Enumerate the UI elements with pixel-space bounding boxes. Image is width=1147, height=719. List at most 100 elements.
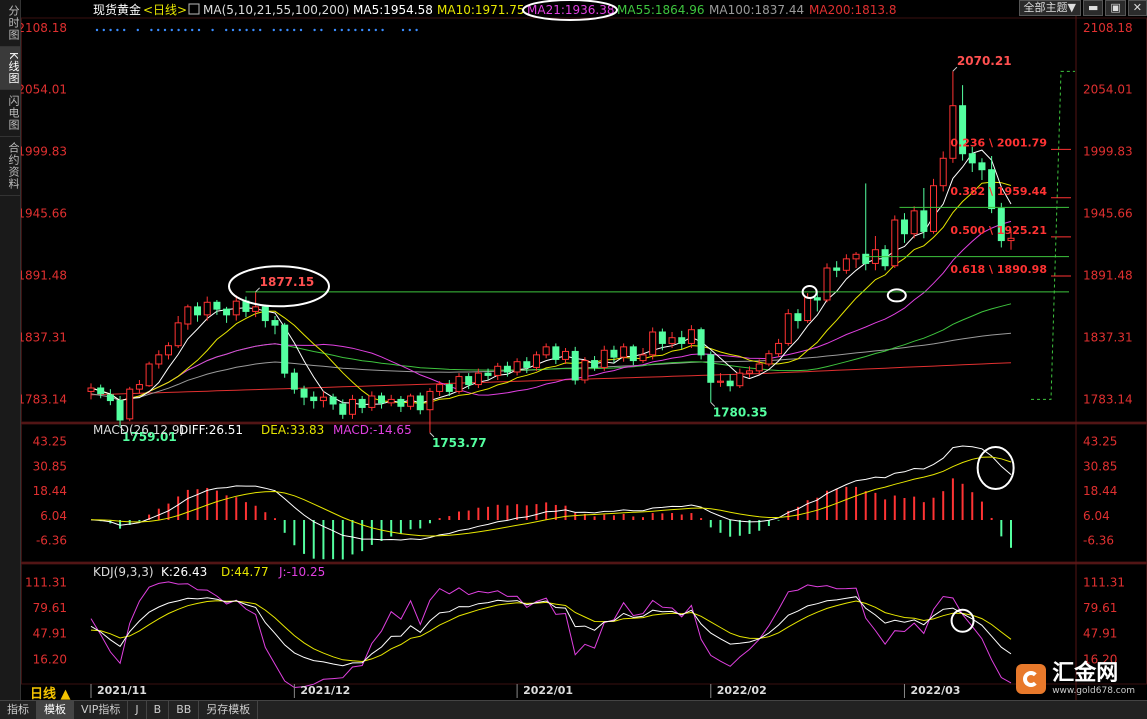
kdj-y-tick-right: 47.91 [1083,627,1117,641]
signal-dot [320,29,322,31]
signal-dot [273,29,275,31]
chart-area: 2108.182108.182054.012054.011999.831999.… [21,0,1147,700]
signal-dot [137,29,139,31]
candle-body [504,366,510,372]
side-tab-flash[interactable]: 闪电图 [0,90,20,137]
kdj-header-1: K:26.43 [161,565,207,579]
signal-dot [341,29,343,31]
price-extreme-label: 1877.15 [260,275,315,289]
y-tick-label-left: 2054.01 [21,83,67,97]
candle-body [814,298,820,300]
tab-save-template[interactable]: 另存模板 [199,701,258,719]
price-extreme-pointer [953,67,957,71]
macd-y-tick-right: 18.44 [1083,484,1117,498]
tab-indicators[interactable]: 指标 [0,701,37,719]
candle-body [379,396,385,403]
signal-dot [157,29,159,31]
x-tick-label: 2021/12 [300,684,350,697]
candle-body [901,220,907,234]
candle-body [533,355,539,368]
candle-body [282,325,288,373]
candle-body [969,154,975,163]
minimize-icon[interactable]: ▬ [1083,0,1103,16]
theme-dropdown[interactable]: 全部主题▼ [1019,0,1081,16]
tab-b[interactable]: B [147,701,170,719]
candle-body [214,302,220,309]
macd-y-tick-right: 6.04 [1083,509,1110,523]
kdj-y-tick-right: 111.31 [1083,576,1125,590]
candle-body [485,373,491,375]
logo-mark-icon [1016,664,1046,694]
signal-dot [252,29,254,31]
candle-body [679,338,685,344]
tab-vip-indicators[interactable]: VIP指标 [74,701,128,719]
kdj-d-line [91,601,1011,662]
y-tick-label-right: 2108.18 [1083,21,1133,35]
candle-body [553,347,559,360]
candle-body [88,388,94,391]
signal-dot [381,29,383,31]
signal-dot [354,29,356,31]
logo-name: 汇金网 [1052,662,1135,686]
signal-dot [198,29,200,31]
x-tick-label: 2022/01 [523,684,573,697]
candle-body [708,355,714,382]
signal-dot [211,29,213,31]
restore-icon[interactable]: ▣ [1105,0,1125,16]
signal-dot [171,29,173,31]
candle-body [853,254,859,259]
candle-body [146,364,152,386]
candle-body [165,346,171,355]
window-controls: 全部主题▼ ▬ ▣ ✕ [1019,0,1147,16]
x-tick-label: 2022/02 [717,684,767,697]
side-tab-contract[interactable]: 合约资料 [0,137,20,196]
candle-body [727,381,733,386]
signal-dot [232,29,234,31]
kdj-j-line [91,582,1011,688]
tab-bb[interactable]: BB [169,701,199,719]
candle-body [272,321,278,326]
macd-y-tick-left: 18.44 [33,484,67,498]
side-tab-kline[interactable]: K线图 [0,47,20,90]
macd-header-3: MACD:-14.65 [333,423,412,437]
bottom-toolbar: 指标 模板 VIP指标 J B BB 另存模板 [0,700,1147,719]
candle-body [543,347,549,355]
candle-body [514,362,520,372]
candle-body [253,307,259,312]
y-tick-label-right: 1999.83 [1083,145,1133,159]
close-icon[interactable]: ✕ [1128,0,1147,16]
candle-body [747,371,753,373]
panel-border [22,564,1147,684]
annotation-circle [888,289,906,301]
signal-dot [402,29,404,31]
kdj-header-2: D:44.77 [221,565,269,579]
signal-dot [164,29,166,31]
candle-body [320,397,326,400]
side-tab-bar: 分时图 K线图 闪电图 合约资料 [0,0,21,700]
candle-body [98,388,104,394]
candle-body [417,396,423,410]
macd-y-tick-left: -6.36 [36,534,67,548]
period-tag: <日线> [143,3,187,17]
macd-header-1: DIFF:26.51 [179,423,243,437]
candle-body [688,330,694,344]
signal-dot [361,29,363,31]
macd-y-tick-right: 30.85 [1083,459,1117,473]
price-extreme-label: 1753.77 [432,436,487,450]
indicator-settings-icon [189,4,199,14]
ma-value-ma10: MA10:1971.75 [437,3,525,17]
macd-y-tick-right: -6.36 [1083,534,1114,548]
macd-y-tick-left: 43.25 [33,435,67,449]
candle-body [640,355,646,361]
candle-body [601,350,607,367]
candle-body [882,250,888,266]
side-tab-timeline[interactable]: 分时图 [0,0,20,47]
candle-body [466,377,472,385]
candle-body [737,373,743,386]
tab-templates[interactable]: 模板 [37,701,74,719]
y-tick-label-left: 2108.18 [21,21,67,35]
candle-body [921,211,927,232]
price-extreme-pointer [256,288,260,292]
tab-j[interactable]: J [128,701,146,719]
candle-body [650,332,656,355]
